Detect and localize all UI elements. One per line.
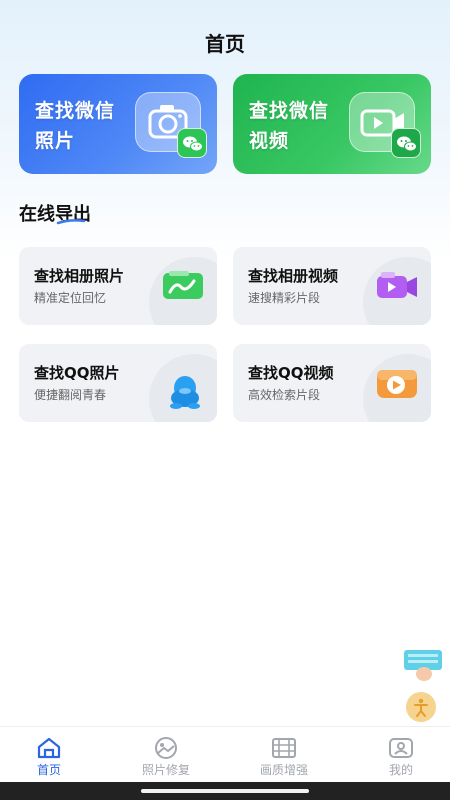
bottom-tab-bar: 首页 照片修复 画质增强 我的 xyxy=(0,726,450,782)
find-qq-videos-tile[interactable]: 查找QQ视频 高效检索片段 xyxy=(233,344,431,422)
find-qq-photos-tile[interactable]: 查找QQ照片 便捷翻阅青春 xyxy=(19,344,217,422)
tile-subtitle: 高效检索片段 xyxy=(248,388,321,402)
home-icon xyxy=(37,737,61,759)
find-wechat-videos-card[interactable]: 查找微信 视频 xyxy=(233,74,431,174)
wechat-icon xyxy=(391,128,421,158)
card-label-line2: 视频 xyxy=(249,130,290,152)
tile-title: 查找相册视频 xyxy=(248,267,339,285)
card-label: 查找微信 视频 xyxy=(249,96,329,156)
tab-label: 首页 xyxy=(36,763,61,777)
card-label-line1: 查找微信 xyxy=(35,100,116,122)
tab-photo-repair[interactable]: 照片修复 xyxy=(110,727,222,783)
tab-quality-enhance[interactable]: 画质增强 xyxy=(228,727,340,783)
tile-title: 查找相册照片 xyxy=(34,267,125,285)
find-wechat-photos-card[interactable]: 查找微信 照片 xyxy=(19,74,217,174)
play-video-icon xyxy=(377,370,417,398)
gallery-photo-icon xyxy=(163,271,203,299)
tile-subtitle: 精准定位回忆 xyxy=(34,291,107,305)
tile-subtitle: 速搜精彩片段 xyxy=(248,291,321,305)
tile-title: 查找QQ照片 xyxy=(34,364,120,382)
find-album-photos-tile[interactable]: 查找相册照片 精准定位回忆 xyxy=(19,247,217,325)
video-camera-icon xyxy=(377,272,417,298)
film-icon xyxy=(272,738,296,758)
card-label-line1: 查找微信 xyxy=(249,100,330,122)
tile-title: 查找QQ视频 xyxy=(248,364,334,382)
card-label: 查找微信 照片 xyxy=(35,96,115,156)
wechat-icon xyxy=(177,128,207,158)
tile-subtitle: 便捷翻阅青春 xyxy=(34,388,107,402)
tab-label: 我的 xyxy=(388,763,413,777)
tab-label: 画质增强 xyxy=(259,763,308,777)
qq-penguin-icon xyxy=(170,376,200,409)
page-title: 首页 xyxy=(205,32,245,56)
photo-icon xyxy=(155,737,177,759)
profile-icon xyxy=(389,738,413,758)
home-indicator[interactable] xyxy=(141,789,309,793)
find-album-videos-tile[interactable]: 查找相册视频 速搜精彩片段 xyxy=(233,247,431,325)
underline-decoration-icon xyxy=(56,219,86,225)
card-label-line2: 照片 xyxy=(35,130,76,152)
tab-mine[interactable]: 我的 xyxy=(345,727,450,783)
tab-home[interactable]: 首页 xyxy=(0,727,105,783)
tab-label: 照片修复 xyxy=(141,763,190,777)
keyboard-hand-float-icon[interactable] xyxy=(400,648,446,684)
accessibility-float-icon[interactable] xyxy=(404,690,438,724)
